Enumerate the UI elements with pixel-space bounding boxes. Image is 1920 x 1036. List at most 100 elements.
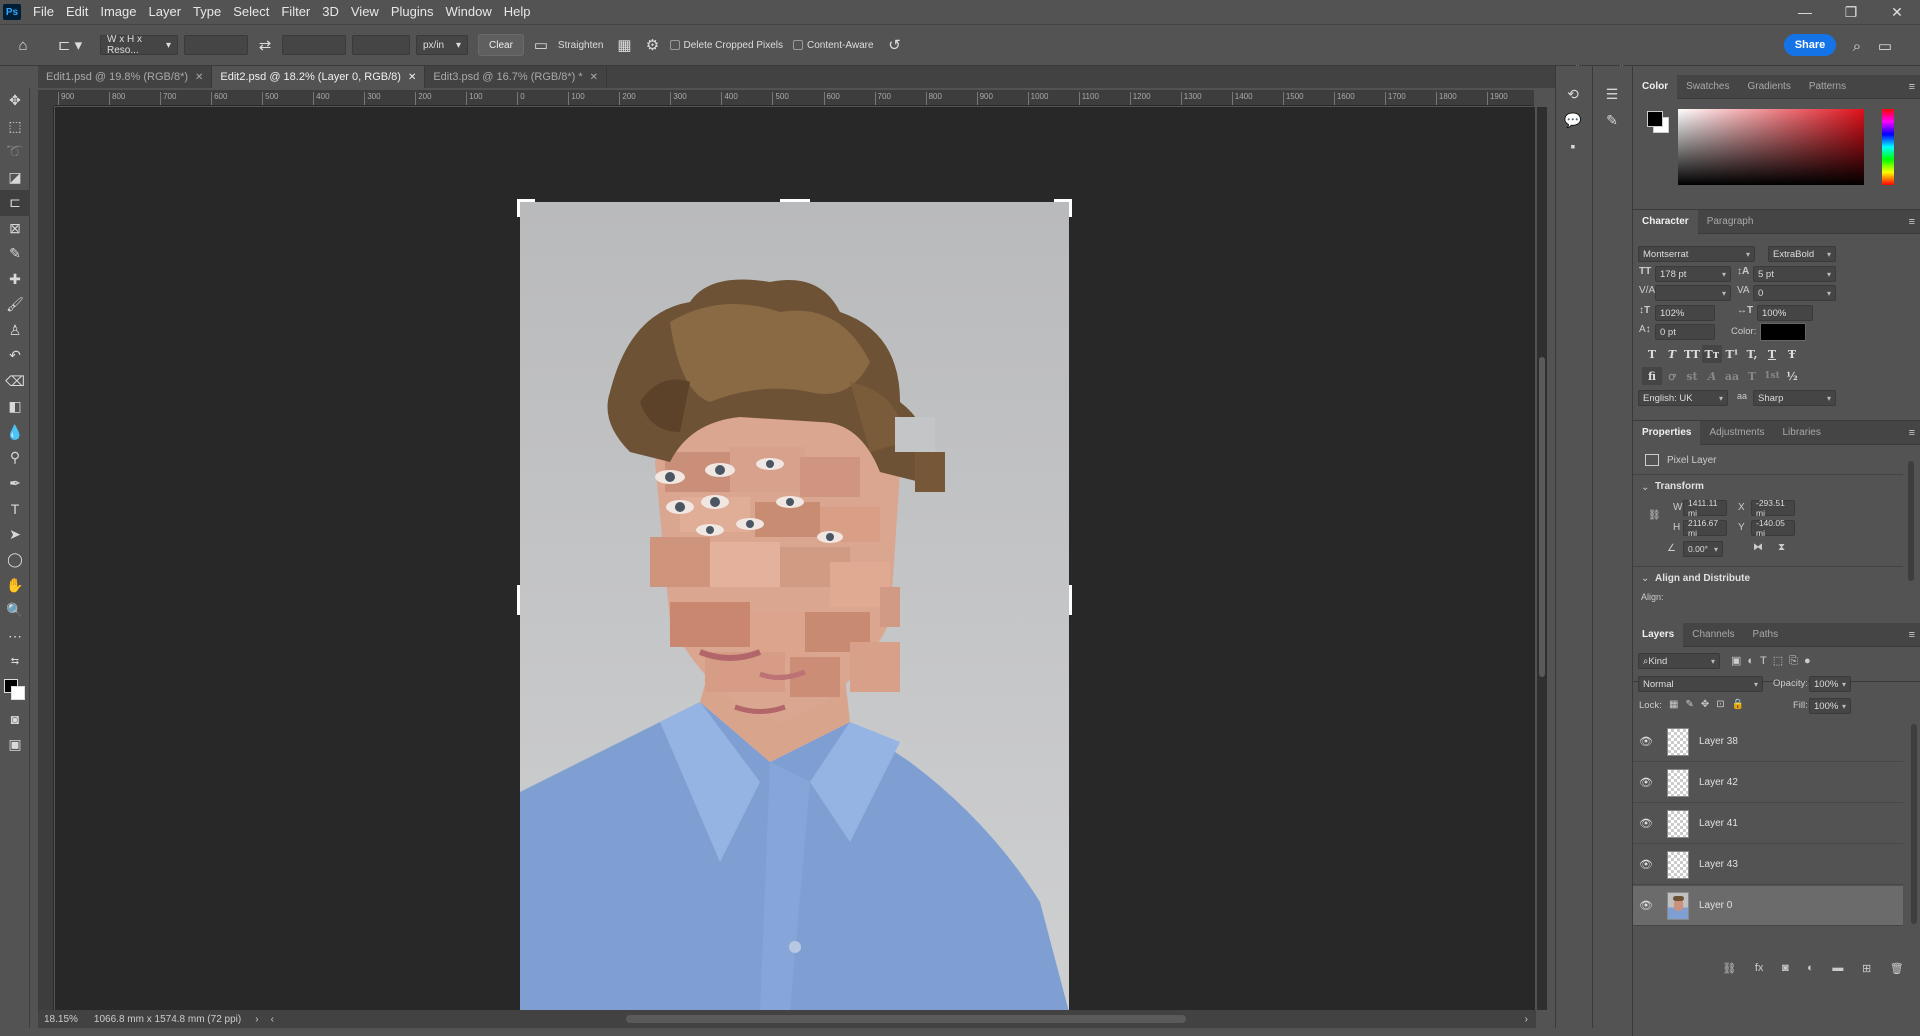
frame-tool-icon[interactable]: ⊠ <box>0 216 30 242</box>
tab-color[interactable]: Color <box>1633 74 1678 99</box>
kerning-field[interactable]: ▾ <box>1655 285 1731 301</box>
layer-row[interactable]: 👁 Layer 38 <box>1633 722 1903 762</box>
canvas-area[interactable] <box>55 107 1547 1013</box>
search-icon[interactable]: ⌕ <box>1846 35 1868 57</box>
brush-settings-icon[interactable]: ✎ <box>1593 108 1631 134</box>
crop-tool-icon[interactable]: ⊏ <box>0 190 30 216</box>
menu-layer[interactable]: Layer <box>143 0 188 24</box>
flip-horizontal-icon[interactable]: ⧓ <box>1753 542 1763 553</box>
visibility-eye-icon[interactable]: 👁 <box>1635 776 1657 789</box>
blend-mode-dropdown[interactable]: Normal ▾ <box>1638 676 1763 692</box>
panel-menu-icon[interactable]: ≡ <box>1909 81 1915 93</box>
doc-tab-edit1[interactable]: Edit1.psd @ 19.8% (RGB/8*) ✕ <box>38 66 213 88</box>
fx-icon[interactable]: fx <box>1755 962 1764 974</box>
crop-handle[interactable] <box>1069 585 1072 615</box>
discretionary-ligatures-button[interactable]: st <box>1682 367 1702 385</box>
crop-handle[interactable] <box>517 199 520 217</box>
layer-row[interactable]: 👁 Layer 42 <box>1633 763 1903 803</box>
menu-view[interactable]: View <box>345 0 385 24</box>
layer-filter-icons[interactable]: ▣◐T⬚⎘● <box>1731 654 1817 668</box>
comments-icon[interactable]: 💬 <box>1556 108 1590 134</box>
hand-tool-icon[interactable]: ✋ <box>0 573 30 599</box>
plugin-icon[interactable]: ▪ <box>1556 133 1590 159</box>
ligatures-button[interactable]: fi <box>1642 367 1662 385</box>
zoom-tool-icon[interactable]: 🔍 <box>0 598 30 624</box>
menu-select[interactable]: Select <box>227 0 275 24</box>
font-family-dropdown[interactable]: Montserrat ▾ <box>1638 246 1755 262</box>
layer-row[interactable]: 👁 Layer 41 <box>1633 804 1903 844</box>
menu-image[interactable]: Image <box>94 0 142 24</box>
eyedropper-tool-icon[interactable]: ✎ <box>0 241 30 267</box>
adjustments-icon[interactable]: ☰ <box>1593 82 1631 108</box>
visibility-eye-icon[interactable]: 👁 <box>1635 817 1657 830</box>
horizontal-scale-field[interactable]: 100% <box>1757 305 1813 321</box>
layer-name[interactable]: Layer 43 <box>1699 859 1738 870</box>
vertical-ruler[interactable] <box>38 106 54 1016</box>
add-mask-icon[interactable]: ◙ <box>1782 962 1789 974</box>
ratio-preset-dropdown[interactable]: W x H x Reso... ▾ <box>100 34 178 56</box>
swash-button[interactable]: A <box>1702 367 1722 385</box>
ordinals-button[interactable]: 1st <box>1762 367 1782 385</box>
zoom-level[interactable]: 18.15% <box>44 1014 78 1025</box>
tab-gradients[interactable]: Gradients <box>1738 75 1799 99</box>
tracking-field[interactable]: 0 ▾ <box>1753 285 1836 301</box>
chevron-left-icon[interactable]: ‹ <box>271 1014 274 1025</box>
fill-field[interactable]: 100% ▾ <box>1809 698 1851 714</box>
anti-alias-dropdown[interactable]: Sharp ▾ <box>1753 390 1836 406</box>
doc-tab-edit2[interactable]: Edit2.psd @ 18.2% (Layer 0, RGB/8) ✕ <box>212 66 426 88</box>
layer-name[interactable]: Layer 41 <box>1699 818 1738 829</box>
minimize-button[interactable]: — <box>1782 0 1828 24</box>
healing-tool-icon[interactable]: ✚ <box>0 267 30 293</box>
tab-layers[interactable]: Layers <box>1633 622 1684 647</box>
link-icon[interactable]: ⛓ <box>1648 510 1661 521</box>
menu-type[interactable]: Type <box>187 0 227 24</box>
stylistic-alternates-button[interactable]: aa <box>1722 367 1742 385</box>
vertical-scale-field[interactable]: 102% <box>1655 305 1715 321</box>
layer-name[interactable]: Layer 38 <box>1699 736 1738 747</box>
titling-alternates-button[interactable]: T <box>1742 367 1762 385</box>
flip-vertical-icon[interactable]: ⧗ <box>1778 542 1785 553</box>
new-group-icon[interactable]: ▬ <box>1832 962 1843 974</box>
baseline-shift-field[interactable]: 0 pt <box>1655 324 1715 340</box>
restore-button[interactable]: ❐ <box>1828 0 1874 24</box>
menu-edit[interactable]: Edit <box>60 0 94 24</box>
close-icon[interactable]: ✕ <box>408 72 416 83</box>
content-aware-checkbox[interactable]: Content-Aware <box>793 40 874 51</box>
height-field[interactable]: 2116.67 mi <box>1683 518 1727 538</box>
eraser-tool-icon[interactable]: ⌫ <box>0 369 30 395</box>
clear-button[interactable]: Clear <box>478 34 524 56</box>
close-window-button[interactable]: ✕ <box>1874 0 1920 24</box>
brush-tool-icon[interactable]: 🖌 <box>0 292 30 318</box>
swap-colors-icon[interactable]: ⇆ <box>0 649 30 675</box>
tab-properties[interactable]: Properties <box>1633 420 1701 445</box>
more-tools-icon[interactable]: ⋯ <box>0 624 30 650</box>
tab-adjustments[interactable]: Adjustments <box>1700 421 1773 445</box>
tab-patterns[interactable]: Patterns <box>1800 75 1855 99</box>
opacity-field[interactable]: 100% ▾ <box>1809 676 1851 692</box>
angle-field[interactable]: 0.00° ▾ <box>1683 541 1723 557</box>
layers-scrollbar[interactable] <box>1911 724 1917 924</box>
ellipse-tool-icon[interactable]: ◯ <box>0 547 30 573</box>
overlay-grid-icon[interactable]: ▦ <box>614 34 636 56</box>
visibility-eye-icon[interactable]: 👁 <box>1635 858 1657 871</box>
close-icon[interactable]: ✕ <box>195 72 203 83</box>
x-field[interactable]: -293.51 mi <box>1751 498 1795 518</box>
visibility-eye-icon[interactable]: 👁 <box>1635 735 1657 748</box>
horizontal-ruler[interactable]: 900 800 700 600 500 400 300 200 100 0 100 200 300 400… <box>54 90 1534 106</box>
all-caps-button[interactable]: TT <box>1682 345 1702 363</box>
transform-section-label[interactable]: Transform <box>1655 481 1704 492</box>
chevron-right-icon[interactable]: › <box>1525 1014 1528 1025</box>
height-input[interactable] <box>282 35 346 55</box>
panel-menu-icon[interactable]: ≡ <box>1909 427 1915 439</box>
underline-button[interactable]: T <box>1762 345 1782 363</box>
color-swatches-icon[interactable] <box>0 675 30 707</box>
adjustment-layer-icon[interactable]: ◐ <box>1807 962 1814 974</box>
visibility-eye-icon[interactable]: 👁 <box>1635 899 1657 912</box>
small-caps-button[interactable]: Tт <box>1702 345 1722 363</box>
screen-mode-icon[interactable]: ▣ <box>0 732 30 758</box>
stamp-tool-icon[interactable]: ♙ <box>0 318 30 344</box>
menu-3d[interactable]: 3D <box>316 0 345 24</box>
straighten-icon[interactable]: ▭ <box>530 34 552 56</box>
crop-handle[interactable] <box>1069 199 1072 217</box>
lock-icons[interactable]: ▦✎✥⊡🔒 <box>1669 699 1751 710</box>
